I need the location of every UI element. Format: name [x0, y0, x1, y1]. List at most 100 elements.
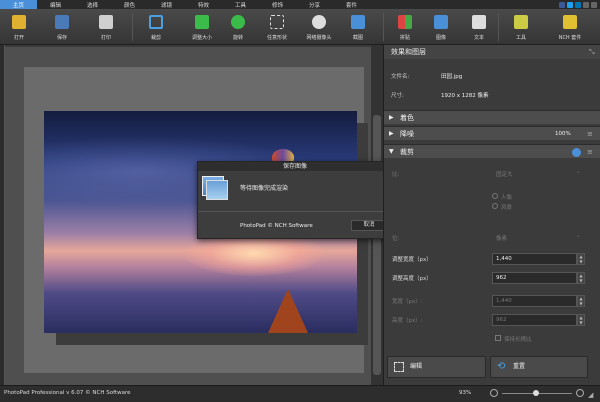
image-icon — [434, 15, 448, 29]
open-button[interactable]: 打开 — [4, 11, 34, 43]
width-stepper[interactable]: ▲ ▼ — [577, 295, 585, 307]
wrench-icon — [514, 15, 528, 29]
dialog-divider — [198, 211, 394, 212]
ruler-left — [0, 45, 5, 385]
height-stepper[interactable]: ▲ ▼ — [577, 314, 585, 326]
linkedin-icon[interactable] — [575, 1, 581, 8]
zoom-level: 93% — [459, 390, 472, 396]
monitor-icon — [351, 15, 365, 29]
folder-icon — [12, 15, 26, 29]
collapse-arrow-icon: ▼ — [389, 148, 394, 155]
chevron-down-icon: ⌄ — [576, 233, 581, 239]
menu-icon[interactable]: ≡ — [587, 145, 593, 159]
adjust-width-input[interactable]: 1,440 — [492, 253, 577, 265]
rotate-button[interactable]: 旋转 — [223, 11, 253, 43]
collage-button[interactable]: 拼贴 — [390, 11, 420, 43]
filename-value: 田园.jpg — [441, 74, 463, 80]
expand-icon: ▶ — [389, 114, 394, 121]
image-button[interactable]: 图像 — [426, 11, 456, 43]
panel-header: 效果和图层 — [384, 45, 600, 59]
reset-icon: ⟲ — [497, 361, 506, 372]
crop-edit-icon — [394, 362, 404, 372]
height-input[interactable]: 962 — [492, 314, 577, 326]
menu-tools[interactable]: 工具 — [222, 0, 259, 9]
units-select[interactable]: 像素 — [496, 234, 507, 242]
crop-button[interactable]: 裁剪 — [141, 11, 171, 43]
print-button[interactable]: 打印 — [91, 11, 121, 43]
adjust-width-row: 调整宽度（px） 1,440 ▲ ▼ — [384, 250, 600, 268]
menu-filter[interactable]: 滤镜 — [148, 0, 185, 9]
noise-percent[interactable]: 100% — [555, 127, 571, 141]
save-image-dialog: 保存图像 等待图像完成渲染 PhotoPad © NCH Software 取消 — [197, 161, 394, 239]
zoom-in-icon[interactable] — [576, 389, 584, 397]
menu-share[interactable]: 分享 — [296, 0, 333, 9]
menu-select[interactable]: 选择 — [74, 0, 111, 9]
rotate-icon — [231, 15, 245, 29]
resize-icon — [195, 15, 209, 29]
ratio-select[interactable]: 固定大 — [496, 170, 513, 178]
text-button[interactable]: 文本 — [464, 11, 494, 43]
menu-icon[interactable]: ≡ — [587, 127, 593, 141]
section-noise[interactable]: ▶ 降噪 100% ≡ — [384, 126, 600, 140]
dialog-copyright: PhotoPad © NCH Software — [240, 223, 313, 229]
freeform-button[interactable]: 任意形状 — [262, 11, 292, 43]
orientation-row: 人像 风景 — [384, 190, 600, 211]
scroll-thumb[interactable] — [373, 115, 381, 375]
app-version: PhotoPad Professional v 6.07 © NCH Softw… — [4, 390, 131, 396]
collapse-icon[interactable]: ⤡ — [589, 48, 595, 57]
portrait-radio[interactable] — [492, 203, 498, 209]
reset-button[interactable]: ⟲ 重置 — [490, 356, 588, 378]
section-crop[interactable]: ▼ 裁剪 ≡ — [384, 144, 600, 158]
landscape-radio[interactable] — [492, 193, 498, 199]
status-bar: PhotoPad Professional v 6.07 © NCH Softw… — [0, 385, 600, 400]
zoom-out-icon[interactable] — [490, 389, 498, 397]
settings-icon[interactable] — [591, 1, 597, 8]
units-row: 位: 像素 ⌄ — [392, 233, 581, 242]
freeform-icon — [270, 15, 284, 29]
section-color[interactable]: ▶ 着色 — [384, 110, 600, 124]
keep-ratio-row: 保持长横比 — [384, 330, 600, 348]
menu-suite[interactable]: 套件 — [333, 0, 370, 9]
toggle-icon[interactable] — [572, 148, 581, 157]
cancel-button[interactable]: 取消 — [351, 220, 387, 231]
nch-suite-button[interactable]: NCH 套件 — [555, 11, 585, 43]
adjust-height-input[interactable]: 962 — [492, 272, 577, 284]
keep-ratio-checkbox[interactable] — [495, 335, 501, 341]
width-input[interactable]: 1,440 — [492, 295, 577, 307]
menu-effects[interactable]: 特效 — [185, 0, 222, 9]
menu-retouch[interactable]: 修饰 — [259, 0, 296, 9]
edit-button[interactable]: 编辑 — [387, 356, 486, 378]
help-icon[interactable] — [583, 1, 589, 8]
suite-icon — [563, 15, 577, 29]
twitter-icon[interactable] — [567, 1, 573, 8]
printer-icon — [99, 15, 113, 29]
image-icon — [206, 180, 228, 200]
webcam-button[interactable]: 网络摄像头 — [304, 11, 334, 43]
filename-label: 文件名: — [391, 74, 410, 80]
crop-ratio-row: 比: 固定大 ⌄ — [392, 169, 581, 178]
save-button[interactable]: 保存 — [47, 11, 77, 43]
collage-icon — [398, 15, 412, 29]
tools-button[interactable]: 工具 — [506, 11, 536, 43]
save-icon — [55, 15, 69, 29]
resize-button[interactable]: 调整大小 — [187, 11, 217, 43]
dialog-message: 等待图像完成渲染 — [240, 185, 289, 192]
chevron-down-icon: ⌄ — [576, 169, 581, 175]
menu-edit[interactable]: 编辑 — [37, 0, 74, 9]
height-stepper[interactable]: ▲ ▼ — [577, 272, 585, 284]
width-row: 宽度（px）: 1,440 ▲ ▼ — [384, 292, 600, 310]
zoom-slider-handle[interactable] — [533, 390, 539, 396]
size-value: 1920 x 1282 像素 — [441, 93, 489, 99]
width-stepper[interactable]: ▲ ▼ — [577, 253, 585, 265]
facebook-icon[interactable] — [559, 1, 565, 8]
expand-icon: ▶ — [389, 130, 394, 137]
webcam-icon — [312, 15, 326, 29]
menu-color[interactable]: 颜色 — [111, 0, 148, 9]
crop-icon — [149, 15, 163, 29]
ruler-top — [0, 45, 383, 47]
text-icon — [472, 15, 486, 29]
height-row: 高度（px）: 962 ▲ ▼ — [384, 311, 600, 329]
screenshot-button[interactable]: 截图 — [343, 11, 373, 43]
menu-home[interactable]: 主页 — [0, 0, 37, 9]
menu-bar: 主页 编辑 选择 颜色 滤镜 特效 工具 修饰 分享 套件 — [0, 0, 600, 9]
